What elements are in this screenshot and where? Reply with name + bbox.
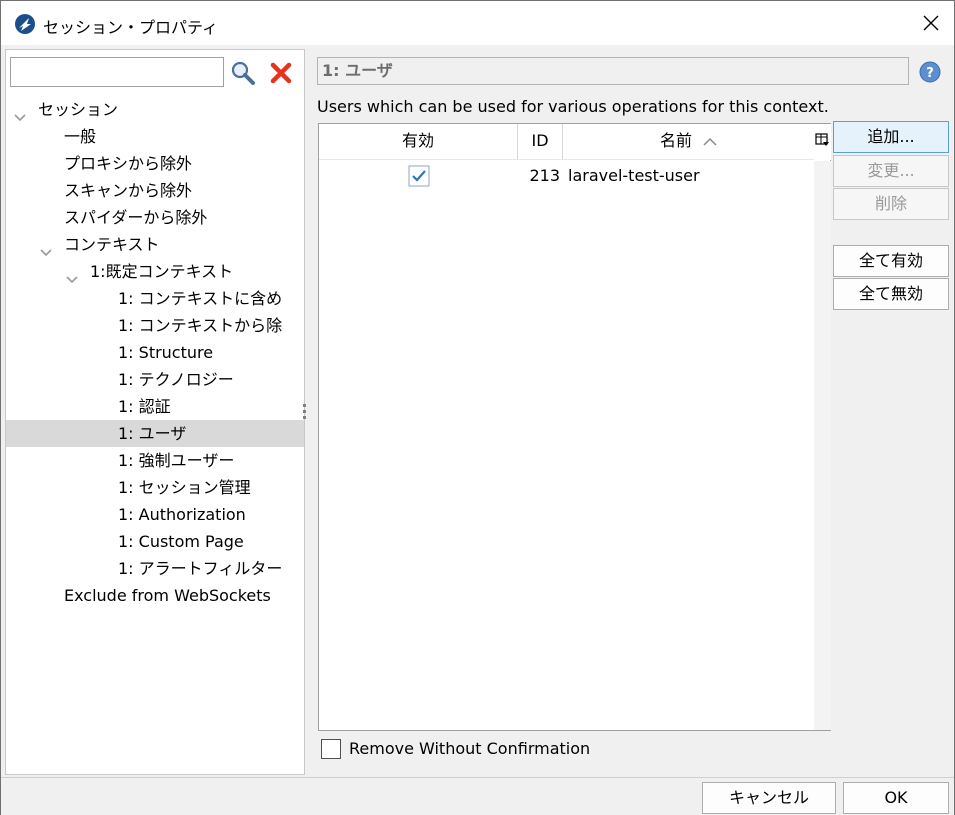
tree-item[interactable]: 1: ユーザ	[6, 420, 304, 447]
close-icon	[923, 15, 939, 31]
tree-item-label: コンテキスト	[64, 235, 160, 254]
window-title: セッション・プロパティ	[43, 18, 219, 37]
users-panel: 1: ユーザ ? Users which can be used for var…	[309, 49, 950, 775]
tree-item[interactable]: スキャンから除外	[6, 177, 304, 204]
tree-item-label: スキャンから除外	[64, 181, 193, 200]
svg-text:?: ?	[926, 66, 934, 81]
remove-button[interactable]: 削除	[833, 188, 949, 220]
help-icon[interactable]: ?	[919, 61, 941, 83]
users-table: 有効 ID 名前 213 laravel-test-user	[318, 123, 831, 731]
tree-item-label: スパイダーから除外	[64, 208, 208, 227]
tree-item-label: 1: 認証	[118, 397, 171, 416]
tree-item-label: 1: コンテキストから除	[118, 316, 283, 335]
modify-button[interactable]: 変更...	[833, 155, 949, 187]
tree-item[interactable]: 1: 強制ユーザー	[6, 447, 304, 474]
tree-item-label: 1: Authorization	[118, 505, 246, 524]
column-header-id[interactable]: ID	[518, 124, 563, 160]
tree-item[interactable]: 1: アラートフィルター	[6, 555, 304, 582]
ok-button[interactable]: OK	[843, 782, 949, 814]
enable-all-button[interactable]: 全て有効	[833, 245, 949, 277]
tree-item-label: プロキシから除外	[64, 154, 193, 173]
column-header-name-label: 名前	[659, 131, 692, 150]
tree-item[interactable]: プロキシから除外	[6, 150, 304, 177]
search-icon[interactable]	[230, 60, 256, 86]
cancel-button[interactable]: キャンセル	[702, 782, 836, 814]
tree-item[interactable]: 一般	[6, 123, 304, 150]
column-chooser-icon[interactable]	[814, 124, 831, 160]
remove-without-confirmation-checkbox[interactable]	[321, 739, 341, 759]
user-id-cell: 213	[529, 166, 560, 185]
add-button[interactable]: 追加...	[833, 121, 949, 153]
tree-item-label: 1: Structure	[118, 343, 214, 362]
tree-item[interactable]: Exclude from WebSockets	[6, 582, 304, 609]
tree-item[interactable]: 1: Structure	[6, 339, 304, 366]
splitter-grip[interactable]	[302, 401, 308, 423]
chevron-down-icon[interactable]	[40, 239, 52, 257]
tree-item[interactable]: セッション	[6, 96, 304, 123]
search-input[interactable]	[10, 57, 224, 87]
tree-item-label: 1:既定コンテキスト	[90, 262, 234, 281]
tree-item-label: 1: コンテキストに含め	[118, 289, 283, 308]
tree-item[interactable]: 1:既定コンテキスト	[6, 258, 304, 285]
panel-description: Users which can be used for various oper…	[317, 97, 829, 116]
tree-item-label: 1: アラートフィルター	[118, 559, 283, 578]
tree-item[interactable]: 1: 認証	[6, 393, 304, 420]
context-tree: セッション一般プロキシから除外 スキャンから除外 スパイダーから除外 コンテキスト 1:…	[6, 96, 304, 756]
remove-without-confirmation-label: Remove Without Confirmation	[349, 739, 591, 758]
column-header-name[interactable]: 名前	[563, 124, 814, 160]
zap-logo-icon	[14, 13, 36, 35]
tree-item-label: 1: テクノロジー	[118, 370, 234, 389]
tree-item-label: 1: セッション管理	[118, 478, 251, 497]
tree-item-label: Exclude from WebSockets	[64, 586, 271, 605]
tree-item-label: 1: Custom Page	[118, 532, 244, 551]
tree-item-label: セッション	[38, 100, 119, 119]
chevron-down-icon[interactable]	[66, 266, 78, 284]
tree-item[interactable]: 1: Custom Page	[6, 528, 304, 555]
tree-item[interactable]: コンテキスト	[6, 231, 304, 258]
user-name-cell: laravel-test-user	[568, 166, 700, 185]
left-panel: セッション一般プロキシから除外 スキャンから除外 スパイダーから除外 コンテキスト 1:…	[5, 49, 305, 815]
tree-item[interactable]: 1: Authorization	[6, 501, 304, 528]
session-properties-dialog: セッション・プロパティ セッション一般プロキシから除外 スキャンから除外 スパイダー…	[0, 0, 955, 815]
column-header-enabled[interactable]: 有効	[319, 124, 518, 160]
title-bar: セッション・プロパティ	[1, 1, 954, 45]
clear-filter-icon[interactable]	[270, 62, 292, 84]
panel-title-field: 1: ユーザ	[317, 57, 909, 85]
close-button[interactable]	[907, 1, 954, 45]
tree-item-label: 一般	[64, 127, 97, 146]
enabled-checkbox[interactable]	[408, 162, 430, 190]
table-vertical-scrollbar[interactable]	[814, 161, 831, 730]
tree-item[interactable]: スパイダーから除外	[6, 204, 304, 231]
dialog-footer: キャンセル OK	[1, 777, 954, 815]
sort-ascending-icon	[703, 125, 717, 159]
tree-item-label: 1: ユーザ	[118, 424, 187, 443]
tree-item-label: 1: 強制ユーザー	[118, 451, 235, 470]
disable-all-button[interactable]: 全て無効	[833, 278, 949, 310]
tree-item[interactable]: 1: セッション管理	[6, 474, 304, 501]
chevron-down-icon[interactable]	[14, 104, 26, 122]
tree-item[interactable]: 1: テクノロジー	[6, 366, 304, 393]
tree-item[interactable]: 1: コンテキストに含め	[6, 285, 304, 312]
tree-item[interactable]: 1: コンテキストから除	[6, 312, 304, 339]
